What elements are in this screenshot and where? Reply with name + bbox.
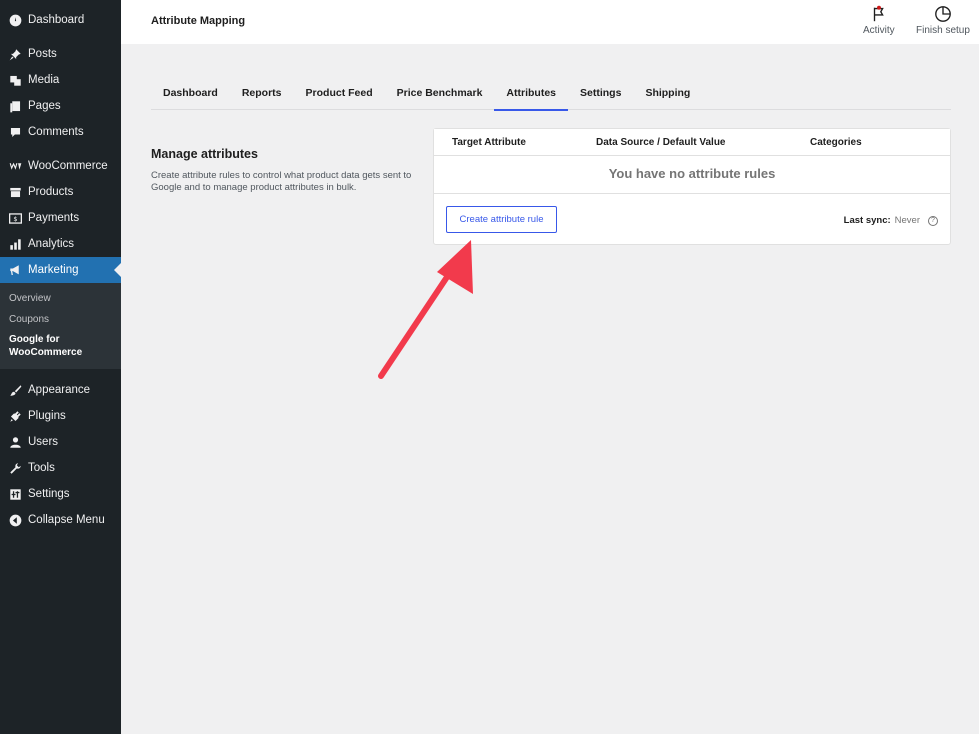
megaphone-icon (8, 263, 22, 277)
sidebar-item-label: Plugins (28, 410, 66, 422)
svg-text:$: $ (13, 215, 17, 223)
sidebar-item-analytics[interactable]: Analytics (0, 231, 121, 257)
progress-ring-icon (935, 6, 951, 22)
tab-dashboard[interactable]: Dashboard (151, 78, 230, 110)
sidebar-item-products[interactable]: Products (0, 179, 121, 205)
comment-icon (8, 125, 22, 139)
plug-icon (8, 409, 22, 423)
sidebar-item-media[interactable]: Media (0, 67, 121, 93)
sidebar-item-label: Appearance (28, 384, 91, 396)
annotation-arrow-icon (378, 240, 473, 379)
column-header-data-source[interactable]: Data Source / Default Value (596, 137, 726, 148)
last-sync: Last sync: Never ? (844, 215, 938, 226)
sliders-icon (8, 487, 22, 501)
tab-bar: Dashboard Reports Product Feed Price Ben… (151, 78, 951, 111)
sidebar-item-comments[interactable]: Comments (0, 119, 121, 145)
sidebar-item-label: Marketing (28, 264, 79, 276)
submenu-item-coupons[interactable]: Coupons (0, 309, 121, 330)
activity-label: Activity (863, 25, 895, 36)
flag-icon (873, 5, 884, 22)
media-icon (8, 73, 22, 87)
sidebar-item-dashboard[interactable]: Dashboard (0, 7, 121, 33)
sidebar-item-appearance[interactable]: Appearance (0, 377, 121, 403)
section-description: Create attribute rules to control what p… (151, 170, 412, 193)
table-header: Target Attribute Data Source / Default V… (434, 129, 950, 156)
sidebar-item-tools[interactable]: Tools (0, 455, 121, 481)
dashboard-icon (8, 13, 22, 27)
pin-icon (8, 47, 22, 61)
tab-settings[interactable]: Settings (568, 78, 633, 110)
sidebar-item-label: Payments (28, 212, 80, 224)
sidebar-item-plugins[interactable]: Plugins (0, 403, 121, 429)
sidebar-item-label: Media (28, 74, 60, 86)
sidebar-item-label: Comments (28, 126, 84, 138)
card-footer: Create attribute rule Last sync: Never ? (434, 193, 950, 245)
bar-chart-icon (8, 237, 22, 251)
sidebar-item-settings[interactable]: Settings (0, 481, 121, 507)
empty-state-message: You have no attribute rules (608, 166, 776, 181)
brush-icon (8, 383, 22, 397)
page-header: Attribute Mapping Activity Finish setup (121, 0, 979, 44)
sidebar-item-marketing[interactable]: Marketing (0, 257, 121, 283)
finish-setup-button[interactable]: Finish setup (916, 5, 970, 36)
admin-sidebar: Dashboard Posts Media Pages Comments Woo… (0, 0, 121, 734)
wrench-icon (8, 461, 22, 475)
collapse-icon (8, 513, 22, 527)
pages-icon (8, 99, 22, 113)
tab-attributes[interactable]: Attributes (494, 78, 569, 111)
sidebar-item-payments[interactable]: $ Payments (0, 205, 121, 231)
sidebar-item-label: Settings (28, 488, 70, 500)
marketing-submenu: Overview Coupons Google for WooCommerce (0, 283, 121, 369)
page-title: Attribute Mapping (151, 15, 246, 27)
sidebar-item-posts[interactable]: Posts (0, 41, 121, 67)
section-title: Manage attributes (151, 147, 258, 161)
tab-product-feed[interactable]: Product Feed (294, 78, 385, 110)
column-header-categories[interactable]: Categories (810, 137, 862, 148)
last-sync-label: Last sync: (843, 215, 891, 226)
submenu-item-overview[interactable]: Overview (0, 288, 121, 309)
sidebar-item-collapse[interactable]: Collapse Menu (0, 507, 121, 533)
archive-icon (8, 185, 22, 199)
sidebar-item-label: Pages (28, 100, 61, 112)
woo-icon (8, 159, 22, 173)
user-icon (8, 435, 22, 449)
sidebar-item-label: Posts (28, 48, 57, 60)
column-header-target-attribute[interactable]: Target Attribute (452, 137, 526, 148)
sidebar-item-label: Users (28, 436, 59, 448)
sidebar-item-label: WooCommerce (28, 160, 108, 172)
help-icon[interactable]: ? (928, 215, 938, 226)
submenu-item-google[interactable]: Google for WooCommerce (0, 330, 90, 362)
dollar-icon: $ (8, 211, 22, 225)
activity-button[interactable]: Activity (863, 5, 895, 36)
sidebar-item-label: Analytics (28, 238, 75, 250)
tab-shipping[interactable]: Shipping (633, 78, 702, 110)
sidebar-item-woocommerce[interactable]: WooCommerce (0, 153, 121, 179)
sidebar-item-pages[interactable]: Pages (0, 93, 121, 119)
sidebar-item-label: Products (28, 186, 74, 198)
last-sync-value: Never (894, 215, 920, 226)
tab-reports[interactable]: Reports (230, 78, 294, 110)
sidebar-item-label: Collapse Menu (28, 514, 105, 526)
sidebar-item-label: Tools (28, 462, 55, 474)
sidebar-item-users[interactable]: Users (0, 429, 121, 455)
finish-setup-label: Finish setup (916, 25, 970, 36)
tab-price-benchmark[interactable]: Price Benchmark (385, 78, 495, 110)
create-attribute-rule-button[interactable]: Create attribute rule (446, 206, 557, 233)
sidebar-item-label: Dashboard (28, 14, 85, 26)
attribute-rules-card: Target Attribute Data Source / Default V… (433, 128, 951, 245)
